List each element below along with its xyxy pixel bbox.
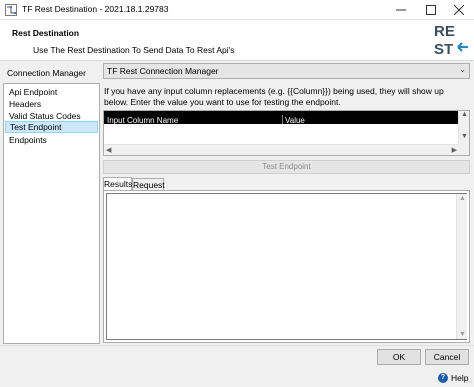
- close-button[interactable]: [444, 0, 474, 20]
- grid-horizontal-scrollbar[interactable]: ◀ ▶: [104, 144, 459, 155]
- connection-manager-value: TF Rest Connection Manager: [107, 66, 219, 76]
- svg-text:ST: ST: [434, 41, 453, 58]
- results-scrollbar[interactable]: ▲ ▼: [456, 194, 467, 339]
- test-endpoint-description: If you have any input column replacement…: [104, 86, 444, 107]
- nav-item-test-endpoint[interactable]: Test Endpoint: [5, 121, 98, 133]
- window-title-bar: TF Rest Destination - 2021.18.1.29783: [0, 0, 474, 20]
- nav-item-api-endpoint[interactable]: Api Endpoint: [5, 86, 98, 98]
- header-subtitle: Use The Rest Destination To Send Data To…: [33, 45, 235, 55]
- ssis-component-icon: [5, 4, 17, 16]
- scroll-right-icon[interactable]: ▶: [452, 146, 457, 154]
- resize-grip-icon[interactable]: ⋯: [466, 379, 472, 386]
- footer-divider: [0, 345, 474, 346]
- close-icon: [454, 5, 464, 15]
- grid-header-row: Input Column Name Value: [104, 115, 459, 125]
- minimize-icon: [396, 9, 406, 11]
- header-title: Rest Destination: [12, 28, 80, 38]
- scroll-down-icon[interactable]: ▼: [459, 331, 466, 338]
- ok-button[interactable]: OK: [377, 349, 421, 365]
- results-tab-panel: ▲ ▼: [103, 190, 470, 343]
- svg-text:RE: RE: [434, 23, 455, 40]
- scroll-up-icon[interactable]: ▲: [459, 195, 466, 202]
- connection-manager-select[interactable]: TF Rest Connection Manager ⌄: [103, 63, 470, 79]
- help-link[interactable]: ? Help: [438, 373, 468, 383]
- test-endpoint-button[interactable]: Test Endpoint: [103, 160, 470, 174]
- nav-item-endpoints[interactable]: Endpoints: [5, 134, 98, 146]
- connection-manager-label: Connection Manager: [7, 68, 86, 78]
- column-header-input-column-name[interactable]: Input Column Name: [107, 116, 178, 125]
- column-divider[interactable]: [282, 115, 283, 124]
- results-textarea[interactable]: [106, 193, 467, 340]
- maximize-button[interactable]: [416, 0, 446, 20]
- input-column-grid[interactable]: Input Column Name Value ▲ ▼ ◀ ▶: [103, 110, 470, 156]
- maximize-icon: [426, 5, 436, 15]
- column-header-value[interactable]: Value: [285, 116, 305, 125]
- settings-nav-list: Api Endpoint Headers Valid Status Codes …: [3, 83, 100, 344]
- nav-item-headers[interactable]: Headers: [5, 98, 98, 110]
- rest-logo: RE ST: [434, 23, 468, 58]
- scroll-down-icon[interactable]: ▼: [461, 133, 468, 140]
- scroll-left-icon[interactable]: ◀: [106, 146, 111, 154]
- dialog-header: Rest Destination Use The Rest Destinatio…: [0, 20, 474, 61]
- chevron-down-icon: ⌄: [459, 65, 466, 74]
- scroll-up-icon[interactable]: ▲: [461, 111, 468, 118]
- scrollbar-corner: [458, 144, 469, 155]
- grid-vertical-scrollbar[interactable]: ▲ ▼: [458, 111, 469, 145]
- window-title: TF Rest Destination - 2021.18.1.29783: [22, 4, 169, 14]
- help-circle-icon: ?: [438, 373, 448, 383]
- tab-results[interactable]: Results: [103, 177, 132, 191]
- cancel-button[interactable]: Cancel: [425, 349, 469, 365]
- minimize-button[interactable]: [386, 0, 416, 20]
